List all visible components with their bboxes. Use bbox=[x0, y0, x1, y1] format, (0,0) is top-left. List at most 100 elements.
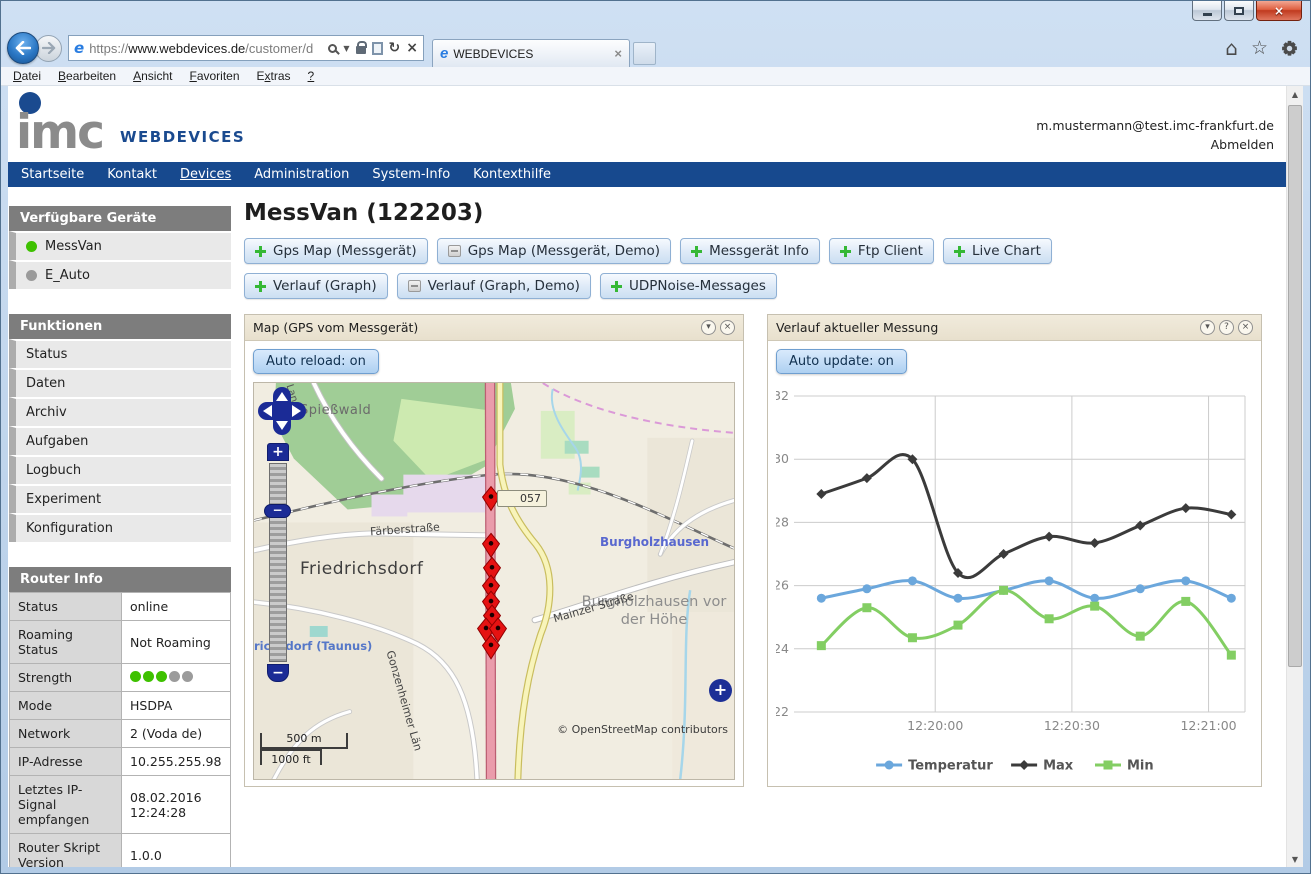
gps-map[interactable]: Landst Spießwald 057 Färberstraße Friedr… bbox=[253, 382, 735, 780]
maximize-icon bbox=[1234, 7, 1244, 15]
legend-item-min[interactable]: Min bbox=[1095, 759, 1154, 774]
auto-update-toggle[interactable]: Auto update: on bbox=[776, 349, 907, 374]
function-item-konfiguration[interactable]: Konfiguration bbox=[9, 513, 231, 542]
url-text[interactable]: https://www.webdevices.de/customer/d bbox=[89, 41, 324, 56]
toolbar-button-4[interactable]: Live Chart bbox=[943, 238, 1052, 264]
scale-imperial: 1000 ft bbox=[260, 749, 322, 765]
refresh-icon[interactable]: ↻ bbox=[389, 41, 401, 55]
widget-toolbar: Gps Map (Messgerät) Gps Map (Messgerät, D… bbox=[244, 238, 1204, 299]
scrollbar-up-icon[interactable]: ▲ bbox=[1287, 86, 1303, 102]
device-status-dot bbox=[26, 241, 37, 252]
legend-item-max[interactable]: Max bbox=[1011, 759, 1074, 774]
function-item-logbuch[interactable]: Logbuch bbox=[9, 455, 231, 484]
maximize-button[interactable] bbox=[1224, 1, 1254, 21]
plus-icon bbox=[255, 246, 266, 257]
settings-gear-icon[interactable] bbox=[1281, 40, 1298, 57]
menu-item-2[interactable]: Ansicht bbox=[133, 69, 172, 83]
new-tab-button[interactable] bbox=[633, 42, 656, 65]
stop-icon[interactable]: × bbox=[406, 41, 418, 55]
router-info-row: Network2 (Voda de) bbox=[10, 720, 231, 748]
map-tiles[interactable] bbox=[254, 383, 734, 779]
toolbar-button-0[interactable]: Gps Map (Messgerät) bbox=[244, 238, 428, 264]
chart-panel: Verlauf aktueller Messung ▾ ? × Auto upd… bbox=[767, 314, 1262, 787]
zoom-slider-track[interactable] bbox=[269, 463, 287, 662]
toolbar-button-3[interactable]: Ftp Client bbox=[829, 238, 934, 264]
svg-text:12:21:00: 12:21:00 bbox=[1180, 718, 1236, 733]
scrollbar-thumb[interactable] bbox=[1288, 105, 1302, 667]
router-info-row: IP-Adresse10.255.255.98 bbox=[10, 748, 231, 776]
toolbar-button-2[interactable]: Messgerät Info bbox=[680, 238, 820, 264]
toolbar-button-1[interactable]: Gps Map (Messgerät, Demo) bbox=[437, 238, 671, 264]
search-icon[interactable] bbox=[328, 44, 337, 53]
function-item-aufgaben[interactable]: Aufgaben bbox=[9, 426, 231, 455]
toolbar-button-6[interactable]: Verlauf (Graph, Demo) bbox=[397, 273, 591, 299]
nav-item-startseite[interactable]: Startseite bbox=[21, 167, 84, 182]
menu-item-4[interactable]: Extras bbox=[257, 69, 291, 83]
back-button[interactable] bbox=[7, 32, 39, 64]
tab-close-icon[interactable]: × bbox=[614, 46, 622, 61]
menu-item-1[interactable]: Bearbeiten bbox=[58, 69, 116, 83]
measurement-line-chart[interactable]: 22242628303212:20:0012:20:3012:21:00Temp… bbox=[776, 382, 1253, 794]
menu-item-0[interactable]: Datei bbox=[13, 69, 41, 83]
chart-help-icon[interactable]: ? bbox=[1219, 320, 1234, 335]
browser-window: × e https://www.webdevices.de/customer/d… bbox=[0, 0, 1311, 874]
menu-item-5[interactable]: ? bbox=[308, 69, 315, 83]
auto-reload-toggle[interactable]: Auto reload: on bbox=[253, 349, 379, 374]
chart-close-icon[interactable]: × bbox=[1238, 320, 1253, 335]
map-collapse-icon[interactable]: ▾ bbox=[701, 320, 716, 335]
zoom-out-button[interactable]: − bbox=[267, 664, 289, 682]
minimize-icon bbox=[1203, 13, 1212, 16]
title-bar[interactable]: × bbox=[1, 1, 1310, 29]
map-label-spiesswald: Spießwald bbox=[300, 403, 371, 418]
nav-item-system-info[interactable]: System-Info bbox=[372, 167, 450, 182]
map-panel: Map (GPS vom Messgerät) ▾ × Auto reload:… bbox=[244, 314, 744, 787]
back-arrow-icon bbox=[15, 41, 31, 55]
sidebar: Verfügbare Geräte MessVanE_Auto Funktion… bbox=[8, 206, 231, 867]
svg-text:Max: Max bbox=[1043, 759, 1074, 774]
zoom-slider-handle[interactable]: − bbox=[264, 504, 291, 518]
browser-tab[interactable]: e WEBDEVICES × bbox=[432, 39, 630, 67]
menu-item-3[interactable]: Favoriten bbox=[189, 69, 239, 83]
function-item-archiv[interactable]: Archiv bbox=[9, 397, 231, 426]
toolbar-button-5[interactable]: Verlauf (Graph) bbox=[244, 273, 388, 299]
nav-item-administration[interactable]: Administration bbox=[254, 167, 349, 182]
forward-arrow-icon bbox=[42, 42, 56, 54]
search-dropdown-icon[interactable]: ▼ bbox=[343, 44, 349, 53]
osm-attribution[interactable]: © OpenStreetMap contributors bbox=[557, 723, 728, 736]
nav-item-devices[interactable]: Devices bbox=[180, 167, 231, 182]
svg-text:12:20:30: 12:20:30 bbox=[1044, 718, 1100, 733]
favorites-star-icon[interactable]: ☆ bbox=[1251, 39, 1268, 58]
map-pan-compass[interactable] bbox=[258, 387, 306, 435]
tab-favicon: e bbox=[440, 45, 448, 62]
page-scrollbar[interactable]: ▲ ▼ bbox=[1286, 86, 1303, 867]
tab-title: WEBDEVICES bbox=[453, 47, 533, 61]
device-item-E_Auto[interactable]: E_Auto bbox=[9, 260, 231, 289]
plus-icon bbox=[840, 246, 851, 257]
toolbar-button-7[interactable]: UDPNoise-Messages bbox=[600, 273, 777, 299]
nav-item-kontexthilfe[interactable]: Kontexthilfe bbox=[473, 167, 551, 182]
minimize-button[interactable] bbox=[1192, 1, 1222, 21]
function-item-daten[interactable]: Daten bbox=[9, 368, 231, 397]
map-label-burgholzhausen: Burgholzhausen bbox=[600, 535, 709, 549]
page-content: imc WEBDEVICES m.mustermann@test.imc-fra… bbox=[8, 86, 1303, 867]
menu-bar: Datei Bearbeiten Ansicht Favoriten Extras? bbox=[1, 67, 1310, 86]
scrollbar-down-icon[interactable]: ▼ bbox=[1287, 851, 1303, 867]
nav-item-kontakt[interactable]: Kontakt bbox=[107, 167, 157, 182]
home-icon[interactable]: ⌂ bbox=[1225, 38, 1238, 58]
map-maximize-button[interactable]: + bbox=[709, 679, 732, 702]
chart-panel-title: Verlauf aktueller Messung bbox=[776, 320, 938, 335]
compatibility-view-icon[interactable] bbox=[372, 42, 383, 55]
function-item-status[interactable]: Status bbox=[9, 339, 231, 368]
router-info-row: Letztes IP-Signal empfangen08.02.2016 12… bbox=[10, 776, 231, 834]
logout-link[interactable]: Abmelden bbox=[1211, 137, 1274, 152]
chart-collapse-icon[interactable]: ▾ bbox=[1200, 320, 1215, 335]
zoom-in-button[interactable]: + bbox=[267, 443, 289, 461]
forward-button[interactable] bbox=[35, 35, 62, 62]
close-button[interactable]: × bbox=[1256, 1, 1302, 21]
function-item-experiment[interactable]: Experiment bbox=[9, 484, 231, 513]
device-item-MessVan[interactable]: MessVan bbox=[9, 231, 231, 260]
map-close-icon[interactable]: × bbox=[720, 320, 735, 335]
legend-item-temperatur[interactable]: Temperatur bbox=[876, 759, 993, 774]
router-info-row: Statusonline bbox=[10, 593, 231, 621]
address-bar[interactable]: e https://www.webdevices.de/customer/d ▼… bbox=[68, 35, 424, 61]
